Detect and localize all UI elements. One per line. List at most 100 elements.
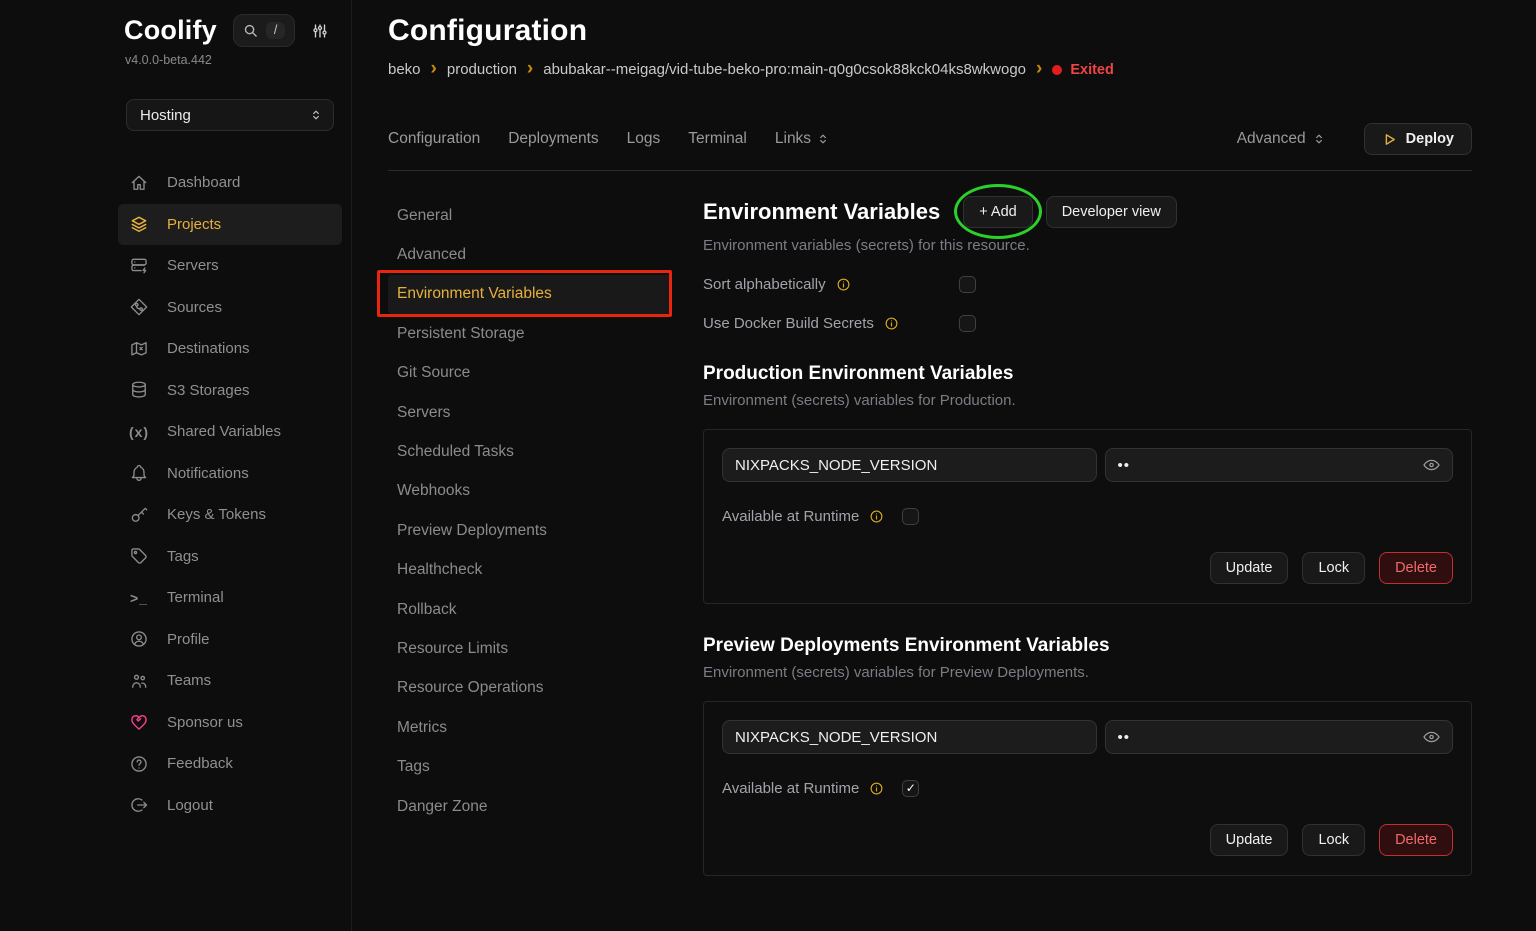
sidebar-item-profile[interactable]: Profile <box>118 619 342 661</box>
advanced-dropdown[interactable]: Advanced <box>1237 130 1326 148</box>
sidebar-item-feedback[interactable]: Feedback <box>118 743 342 785</box>
sidebar-item-label: Tags <box>167 548 199 565</box>
sidebar-item-label: Projects <box>167 216 221 233</box>
preview-section-description: Environment (secrets) variables for Prev… <box>703 664 1472 681</box>
subnav-item-metrics[interactable]: Metrics <box>388 708 672 747</box>
sidebar-item-label: Keys & Tokens <box>167 506 266 523</box>
settings-sliders-icon[interactable] <box>311 22 329 40</box>
breadcrumb: beko › production › abubakar--meigag/vid… <box>388 61 1472 78</box>
help-circle-icon <box>128 754 150 774</box>
sidebar-item-teams[interactable]: Teams <box>118 660 342 702</box>
eye-icon[interactable] <box>1420 726 1443 749</box>
subnav-item-git-source[interactable]: Git Source <box>388 354 672 393</box>
main-area: Configuration beko › production › abubak… <box>352 0 1536 931</box>
sidebar-item-sponsor-us[interactable]: Sponsor us <box>118 702 342 744</box>
sidebar-item-label: Terminal <box>167 589 224 606</box>
sidebar-item-label: Notifications <box>167 465 249 482</box>
subnav-item-general[interactable]: General <box>388 196 672 235</box>
lock-button[interactable]: Lock <box>1302 824 1365 856</box>
database-icon <box>128 380 150 400</box>
tag-icon <box>128 546 150 566</box>
variable-name-input[interactable] <box>722 448 1097 482</box>
tab-deployments[interactable]: Deployments <box>508 130 598 148</box>
variable-value-input[interactable] <box>1105 720 1454 754</box>
breadcrumb-environment[interactable]: production <box>447 61 517 78</box>
map-icon <box>128 339 150 359</box>
sidebar-item-destinations[interactable]: Destinations <box>118 328 342 370</box>
subnav-item-healthcheck[interactable]: Healthcheck <box>388 551 672 590</box>
deploy-button[interactable]: Deploy <box>1364 123 1472 155</box>
sidebar-item-label: Dashboard <box>167 174 240 191</box>
subnav-item-advanced[interactable]: Advanced <box>388 235 672 274</box>
info-icon <box>836 277 851 292</box>
sidebar-item-servers[interactable]: Servers <box>118 245 342 287</box>
sort-alphabetically-label: Sort alphabetically <box>703 276 826 293</box>
tab-logs[interactable]: Logs <box>627 130 661 148</box>
layers-icon <box>128 214 150 234</box>
sidebar-item-notifications[interactable]: Notifications <box>118 453 342 495</box>
docker-build-secrets-row: Use Docker Build Secrets <box>703 314 1472 332</box>
variable-value-input[interactable] <box>1105 448 1454 482</box>
sidebar-item-s3-storages[interactable]: S3 Storages <box>118 370 342 412</box>
subnav-item-danger-zone[interactable]: Danger Zone <box>388 787 672 826</box>
eye-icon[interactable] <box>1420 454 1443 477</box>
update-button[interactable]: Update <box>1210 824 1289 856</box>
subnav-item-rollback[interactable]: Rollback <box>388 590 672 629</box>
chevron-right-icon: › <box>431 59 437 78</box>
breadcrumb-project[interactable]: beko <box>388 61 421 78</box>
breadcrumb-resource[interactable]: abubakar--meigag/vid-tube-beko-pro:main-… <box>543 61 1026 78</box>
available-at-runtime-label: Available at Runtime <box>722 508 859 525</box>
tab-links-label: Links <box>775 130 811 148</box>
sidebar-item-sources[interactable]: Sources <box>118 287 342 329</box>
heart-handshake-icon <box>128 712 150 732</box>
add-variable-button[interactable]: + Add <box>963 196 1033 228</box>
server-icon <box>128 256 150 276</box>
info-icon <box>869 509 884 524</box>
search-shortcut-key: / <box>266 22 285 39</box>
subnav-item-scheduled-tasks[interactable]: Scheduled Tasks <box>388 432 672 471</box>
search-icon <box>243 23 258 38</box>
sidebar-item-label: Feedback <box>167 755 233 772</box>
chevron-right-icon: › <box>1036 59 1042 78</box>
available-at-runtime-checkbox[interactable] <box>902 508 919 525</box>
logout-icon <box>128 795 150 815</box>
users-icon <box>128 671 150 691</box>
delete-button[interactable]: Delete <box>1379 824 1453 856</box>
sidebar-item-terminal[interactable]: >_ Terminal <box>118 577 342 619</box>
subnav-item-preview-deployments[interactable]: Preview Deployments <box>388 511 672 550</box>
developer-view-button[interactable]: Developer view <box>1046 196 1177 228</box>
search-button[interactable]: / <box>233 14 295 47</box>
available-at-runtime-checkbox[interactable] <box>902 780 919 797</box>
subnav-item-tags[interactable]: Tags <box>388 747 672 786</box>
tab-configuration[interactable]: Configuration <box>388 130 480 148</box>
variable-name-input[interactable] <box>722 720 1097 754</box>
sidebar-item-dashboard[interactable]: Dashboard <box>118 162 342 204</box>
chevron-up-down-icon <box>309 108 323 122</box>
sidebar-item-keys-tokens[interactable]: Keys & Tokens <box>118 494 342 536</box>
subnav-item-environment-variables[interactable]: Environment Variables <box>388 275 672 314</box>
available-at-runtime-label: Available at Runtime <box>722 780 859 797</box>
subnav-item-webhooks[interactable]: Webhooks <box>388 472 672 511</box>
page-title: Configuration <box>388 14 1472 48</box>
sidebar-item-shared-variables[interactable]: (x) Shared Variables <box>118 411 342 453</box>
sidebar-item-label: Logout <box>167 797 213 814</box>
team-selector[interactable]: Hosting <box>126 99 334 131</box>
delete-button[interactable]: Delete <box>1379 552 1453 584</box>
sidebar-item-logout[interactable]: Logout <box>118 785 342 827</box>
subnav-item-servers[interactable]: Servers <box>388 393 672 432</box>
deploy-label: Deploy <box>1406 131 1454 147</box>
docker-build-secrets-checkbox[interactable] <box>959 315 976 332</box>
sidebar-item-label: Teams <box>167 672 211 689</box>
tab-terminal[interactable]: Terminal <box>688 130 747 148</box>
sort-alphabetically-checkbox[interactable] <box>959 276 976 293</box>
sidebar-item-tags[interactable]: Tags <box>118 536 342 578</box>
subnav-item-persistent-storage[interactable]: Persistent Storage <box>388 314 672 353</box>
resource-tabbar: Configuration Deployments Logs Terminal … <box>388 108 1472 171</box>
info-icon <box>884 316 899 331</box>
sidebar-item-projects[interactable]: Projects <box>118 204 342 246</box>
subnav-item-resource-operations[interactable]: Resource Operations <box>388 669 672 708</box>
lock-button[interactable]: Lock <box>1302 552 1365 584</box>
update-button[interactable]: Update <box>1210 552 1289 584</box>
subnav-item-resource-limits[interactable]: Resource Limits <box>388 629 672 668</box>
tab-links[interactable]: Links <box>775 130 830 148</box>
